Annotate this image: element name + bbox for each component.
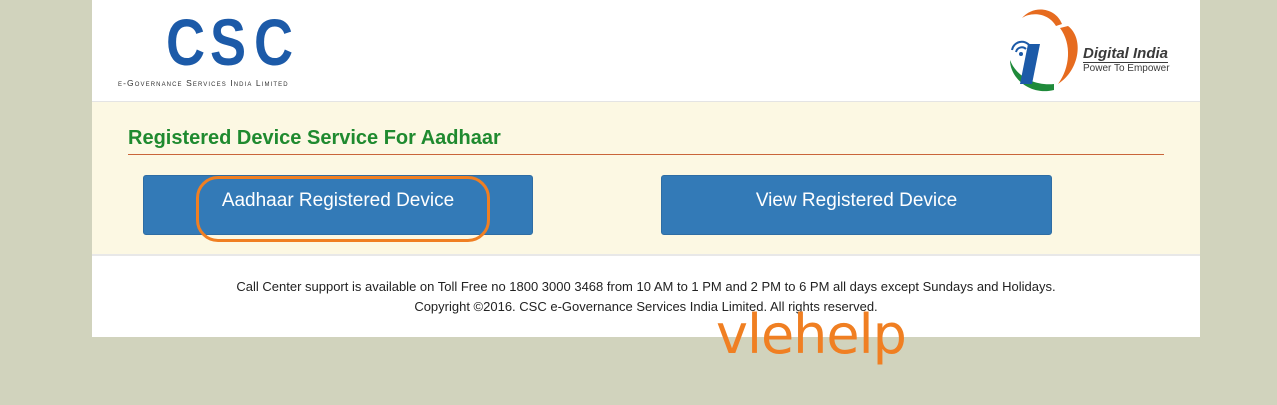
support-text: Call Center support is available on Toll…: [236, 279, 1056, 294]
view-registered-device-label: View Registered Device: [755, 190, 958, 211]
footer: Call Center support is available on Toll…: [92, 256, 1200, 337]
aadhaar-registered-device-button[interactable]: Aadhaar Registered Device: [143, 175, 533, 235]
csc-logo-letter: C: [253, 5, 294, 79]
watermark-text: vlehelp: [716, 303, 907, 366]
digital-india-logo[interactable]: Digital India Power To Empower: [1004, 4, 1184, 94]
digital-india-subtitle: Power To Empower: [1083, 63, 1170, 74]
page-container: C S C e-Governance Services India Limite…: [92, 0, 1200, 337]
aadhaar-registered-device-label: Aadhaar Registered Device: [221, 190, 455, 211]
csc-tagline: e-Governance Services India Limited: [118, 78, 289, 88]
digital-india-emblem-icon: [1010, 9, 1078, 92]
title-divider: [128, 154, 1164, 155]
csc-logo[interactable]: C S C e-Governance Services India Limite…: [118, 5, 338, 90]
copyright-text: Copyright ©2016. CSC e-Governance Servic…: [414, 299, 878, 314]
csc-logo-letters: C S C: [162, 5, 294, 79]
csc-logo-letter: C: [165, 5, 206, 79]
page-title: Registered Device Service For Aadhaar: [128, 127, 501, 149]
digital-india-title: Digital India: [1083, 45, 1169, 63]
csc-logo-letter: S: [209, 5, 247, 79]
view-registered-device-button[interactable]: View Registered Device: [661, 175, 1052, 235]
service-panel: Registered Device Service For Aadhaar Aa…: [92, 102, 1200, 256]
header: C S C e-Governance Services India Limite…: [92, 0, 1200, 102]
